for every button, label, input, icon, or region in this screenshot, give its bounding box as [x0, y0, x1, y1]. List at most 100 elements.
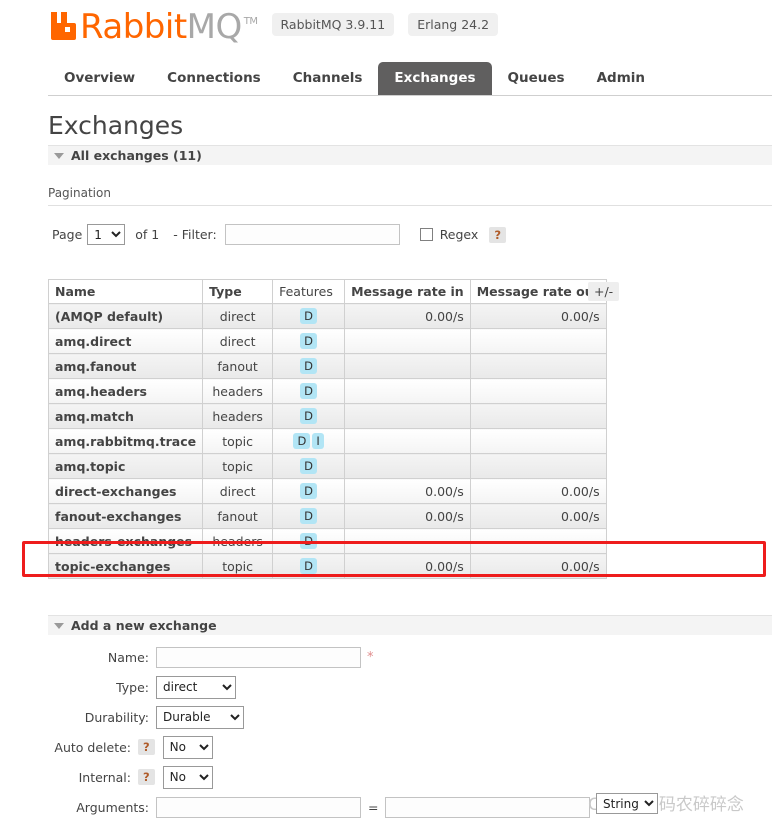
all-exchanges-section-header[interactable]: All exchanges (11)	[48, 145, 772, 165]
table-row[interactable]: direct-exchanges direct D 0.00/s 0.00/s	[47, 478, 607, 504]
message-rate-out	[469, 353, 607, 379]
tab-queues[interactable]: Queues	[492, 62, 581, 95]
tab-overview[interactable]: Overview	[48, 62, 151, 95]
exchange-name[interactable]: amq.rabbitmq.trace	[47, 428, 204, 454]
message-rate-in	[344, 328, 471, 354]
filter-label: - Filter:	[173, 227, 217, 242]
regex-checkbox[interactable]	[419, 228, 433, 241]
feature-badge-internal: I	[312, 433, 324, 449]
message-rate-in	[344, 353, 471, 379]
rabbitmq-logo-icon	[48, 9, 78, 41]
page-of-label: of 1	[135, 227, 160, 242]
argument-value-input[interactable]	[385, 796, 591, 818]
caret-down-icon	[54, 622, 64, 629]
exchanges-table: Name Type Features Message rate in Messa…	[47, 279, 607, 579]
type-field-label: Type:	[116, 679, 149, 695]
nav-divider	[48, 95, 772, 96]
message-rate-out: 0.00/s	[469, 503, 607, 529]
table-row[interactable]: amq.headers headers D	[47, 378, 607, 404]
exchange-name[interactable]: headers-exchanges	[47, 528, 204, 554]
feature-badge-durable: D	[300, 483, 318, 499]
exchange-features: D	[272, 303, 346, 329]
toggle-columns-button[interactable]: +/-	[588, 282, 620, 301]
pagination-controls: Page 1 of 1 - Filter: Regex ?	[52, 224, 506, 245]
regex-help-icon[interactable]: ?	[489, 226, 506, 243]
exchange-type: topic	[202, 428, 274, 454]
brand-rabbit-text: Rabbit	[80, 7, 187, 47]
all-exchanges-label: All exchanges (11)	[71, 148, 202, 163]
table-row[interactable]: (AMQP default) direct D 0.00/s 0.00/s	[47, 303, 607, 329]
regex-label: Regex	[439, 227, 479, 242]
erlang-version-badge: Erlang 24.2	[408, 13, 499, 36]
page-title: Exchanges	[48, 111, 184, 140]
add-exchange-section-header[interactable]: Add a new exchange	[48, 615, 772, 635]
column-header-message-rate-in[interactable]: Message rate in	[344, 279, 471, 304]
internal-field-label: Internal:	[78, 769, 131, 785]
exchange-type-select[interactable]: direct	[156, 675, 236, 699]
auto-delete-help-icon[interactable]: ?	[138, 739, 155, 755]
table-row[interactable]: amq.direct direct D	[47, 328, 607, 354]
tab-connections[interactable]: Connections	[151, 62, 277, 95]
exchange-type: topic	[202, 553, 274, 579]
form-row-internal: Internal: ? No	[48, 765, 590, 789]
column-header-type[interactable]: Type	[202, 279, 274, 304]
required-marker: *	[367, 649, 374, 665]
form-row-durability: Durability: Durable	[48, 705, 590, 729]
brand-area: RabbitMQ TM RabbitMQ 3.9.11 Erlang 24.2	[48, 6, 499, 44]
exchange-name[interactable]: direct-exchanges	[47, 478, 204, 504]
table-row[interactable]: amq.topic topic D	[47, 453, 607, 479]
internal-select[interactable]: No	[162, 765, 213, 789]
auto-delete-field-label: Auto delete:	[54, 739, 131, 755]
table-row[interactable]: amq.match headers D	[47, 403, 607, 429]
message-rate-in	[344, 378, 471, 404]
message-rate-out	[469, 378, 607, 404]
table-row[interactable]: fanout-exchanges fanout D 0.00/s 0.00/s	[47, 503, 607, 529]
exchange-features: D	[272, 403, 346, 429]
exchange-name[interactable]: amq.topic	[47, 453, 204, 479]
table-row[interactable]: amq.rabbitmq.trace topic DI	[47, 428, 607, 454]
argument-type-select[interactable]: String	[596, 793, 658, 814]
argument-key-input[interactable]	[156, 796, 361, 818]
table-row[interactable]: topic-exchanges topic D 0.00/s 0.00/s	[47, 553, 607, 579]
exchange-type: direct	[202, 303, 274, 329]
auto-delete-select[interactable]: No	[162, 735, 213, 759]
exchange-name[interactable]: amq.match	[47, 403, 204, 429]
exchange-features: D	[272, 478, 346, 504]
exchange-type: fanout	[202, 353, 274, 379]
column-header-name[interactable]: Name	[47, 279, 204, 304]
exchange-name[interactable]: amq.headers	[47, 378, 204, 404]
exchange-name[interactable]: amq.fanout	[47, 353, 204, 379]
exchange-features: D	[272, 328, 346, 354]
exchange-name[interactable]: fanout-exchanges	[47, 503, 204, 529]
table-row[interactable]: amq.fanout fanout D	[47, 353, 607, 379]
message-rate-in	[344, 453, 471, 479]
message-rate-out: 0.00/s	[469, 553, 607, 579]
exchange-name[interactable]: amq.direct	[47, 328, 204, 354]
name-field-label: Name:	[107, 649, 149, 665]
durability-select[interactable]: Durable	[156, 705, 244, 729]
table-row-highlighted[interactable]: headers-exchanges headers D	[47, 528, 607, 554]
pagination-divider	[48, 205, 772, 206]
exchange-features: D	[272, 553, 346, 579]
tab-channels[interactable]: Channels	[277, 62, 379, 95]
exchange-name-input[interactable]	[156, 646, 361, 668]
filter-input[interactable]	[224, 224, 400, 245]
tab-exchanges[interactable]: Exchanges	[378, 62, 492, 95]
brand-wordmark: RabbitMQ TM	[80, 6, 258, 44]
exchange-name[interactable]: (AMQP default)	[47, 303, 204, 329]
form-row-name: Name: *	[48, 645, 590, 669]
message-rate-out	[469, 528, 607, 554]
form-row-arguments: Arguments: =	[48, 795, 591, 819]
caret-down-icon	[54, 152, 64, 159]
brand-mq-text: MQ	[186, 7, 243, 47]
tab-admin[interactable]: Admin	[581, 62, 661, 95]
message-rate-out: 0.00/s	[469, 303, 607, 329]
internal-help-icon[interactable]: ?	[138, 769, 155, 785]
page-select[interactable]: 1	[87, 224, 126, 245]
exchange-name[interactable]: topic-exchanges	[47, 553, 204, 579]
exchange-type: direct	[202, 328, 274, 354]
exchange-features: D	[272, 528, 346, 554]
column-header-message-rate-out[interactable]: Message rate out	[469, 279, 607, 304]
feature-badge-durable: D	[300, 333, 318, 349]
add-exchange-label: Add a new exchange	[71, 618, 217, 633]
